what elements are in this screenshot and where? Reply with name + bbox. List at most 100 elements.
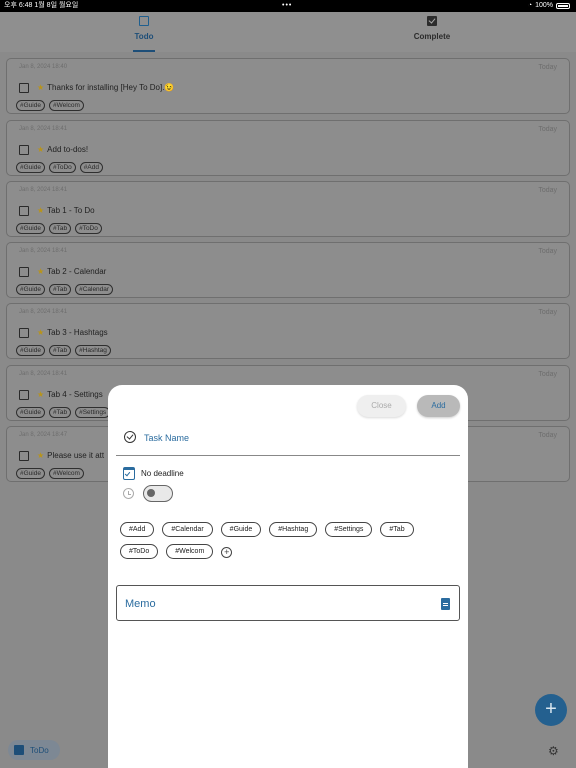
todo-tag[interactable]: #Guide [16,284,45,295]
status-time-date: 오후 6:48 1월 8일 월요일 [4,0,78,12]
checkbox-outline-icon [139,16,149,26]
hashtag-chip[interactable]: #Tab [380,522,414,537]
status-right: ◔ 100% [528,0,570,12]
todo-checkbox[interactable] [19,206,29,216]
add-task-sheet: Close Add No deadline #Add #Calendar #Gu… [108,385,468,768]
star-icon: ★ [37,390,45,399]
todo-title: ★ Add to-dos! [37,145,88,154]
todo-tags: #Guide #Welcom [16,468,84,479]
todo-tag[interactable]: #Guide [16,223,45,234]
status-date: 1월 8일 월요일 [34,2,79,9]
todo-today-label: Today [538,187,557,194]
multitask-dots[interactable]: ••• [282,0,292,12]
todo-tag[interactable]: #Tab [48,407,72,418]
todo-title-text: Add to-dos! [47,145,89,154]
todo-card[interactable]: Jan 8, 2024 18:41 Today ★ Add to-dos! #Gu… [6,120,570,176]
todo-date: Jan 8, 2024 18:41 [19,187,68,193]
todo-tag[interactable]: #ToDo [48,162,76,173]
hashtag-chip[interactable]: #Welcom [166,544,214,559]
hashtag-chip[interactable]: #Add [120,522,155,537]
status-time: 오후 6:48 [4,2,33,9]
star-icon: ★ [37,206,45,215]
star-icon: ★ [37,267,45,276]
status-bar: 오후 6:48 1월 8일 월요일 ••• ◔ 100% [0,0,576,12]
todo-date: Jan 8, 2024 18:41 [19,309,68,315]
todo-tag[interactable]: #Settings [75,407,111,418]
todo-today-label: Today [538,248,557,255]
todo-date: Jan 8, 2024 18:41 [19,126,68,132]
todo-tags: #Guide #Tab #Settings [16,407,111,418]
todo-today-label: Today [538,126,557,133]
hashtag-chip[interactable]: #ToDo [120,544,159,559]
todo-title: ★ Tab 2 - Calendar [37,267,106,276]
deadline-label[interactable]: No deadline [141,469,184,478]
todo-checkbox[interactable] [19,451,29,461]
calendar-check-icon[interactable] [123,467,135,480]
hashtag-chip[interactable]: #Settings [325,522,373,537]
hashtag-chip[interactable]: #Hashtag [269,522,318,537]
todo-tags: #Guide #Tab #Calendar [16,284,114,295]
alarm-icon [123,488,134,499]
todo-tag[interactable]: #Guide [16,345,45,356]
todo-card[interactable]: Jan 8, 2024 18:40 Today ★ Thanks for inst… [6,58,570,114]
add-hashtag-icon[interactable]: + [221,547,233,558]
battery-icon [556,3,570,9]
todo-tag[interactable]: #Hashtag [75,345,111,356]
hashtag-chip[interactable]: #Guide [220,522,262,537]
todo-tag[interactable]: #Guide [16,100,45,111]
todo-tag[interactable]: #Welcom [48,100,84,111]
tab-complete[interactable]: Complete [352,16,512,41]
add-button[interactable]: Add [417,395,460,417]
todo-tag[interactable]: #Tab [48,345,72,356]
star-icon: ★ [37,451,45,460]
todo-title-text: Tab 4 - Settings [47,390,103,399]
todo-card[interactable]: Jan 8, 2024 18:41 Today ★ Tab 1 - To Do #… [6,181,570,237]
battery-percent: 100% [535,2,553,9]
todo-checkbox[interactable] [19,328,29,338]
todo-tag[interactable]: #Guide [16,407,45,418]
document-icon [441,598,450,610]
todo-tag[interactable]: #Tab [48,284,72,295]
toggle-knob [147,489,155,497]
todo-title-text: Please use it att [47,451,105,460]
todo-checkbox[interactable] [19,267,29,277]
task-name-input[interactable] [144,431,444,445]
close-button[interactable]: Close [357,395,406,417]
tab-complete-label: Complete [413,32,451,41]
todo-title-text: Thanks for installing [Hey To Do].😉 [47,83,175,92]
todo-tag[interactable]: #ToDo [75,223,102,234]
todo-today-label: Today [538,309,557,316]
todo-checkbox[interactable] [19,145,29,155]
star-icon: ★ [37,328,45,337]
hashtag-chip[interactable]: #Calendar [162,522,213,537]
memo-field[interactable]: Memo [116,585,460,621]
gear-icon[interactable]: ⚙ [548,744,559,758]
checkbox-checked-icon [427,16,437,26]
todo-card[interactable]: Jan 8, 2024 18:41 Today ★ Tab 3 - Hashtag… [6,303,570,359]
todo-date: Jan 8, 2024 18:40 [19,64,68,70]
todo-card[interactable]: Jan 8, 2024 18:41 Today ★ Tab 2 - Calenda… [6,242,570,298]
checkbox-checked-icon [14,745,24,755]
todo-title-text: Tab 3 - Hashtags [47,328,108,337]
todo-date: Jan 8, 2024 18:41 [19,371,68,377]
star-icon: ★ [37,83,45,92]
todo-tag[interactable]: #Guide [16,468,45,479]
todo-checkbox[interactable] [19,83,29,93]
todo-checkbox[interactable] [19,390,29,400]
todo-tag[interactable]: #Welcom [48,468,84,479]
todo-filter-chip[interactable]: ToDo [8,740,60,760]
todo-date: Jan 8, 2024 18:47 [19,432,68,438]
todo-today-label: Today [538,64,557,71]
todo-title-text: Tab 1 - To Do [47,206,95,215]
todo-tag[interactable]: #Calendar [75,284,114,295]
tab-todo[interactable]: Todo [64,16,224,41]
add-todo-fab-button[interactable]: + [535,694,567,726]
alarm-toggle[interactable] [143,485,173,502]
todo-tags: #Guide #Welcom [16,100,84,111]
todo-tag[interactable]: #Add [79,162,103,173]
todo-tag[interactable]: #Guide [16,162,45,173]
todo-tags: #Guide #Tab #ToDo [16,223,102,234]
todo-tag[interactable]: #Tab [48,223,72,234]
tab-todo-label: Todo [134,32,154,41]
todo-title: ★ Thanks for installing [Hey To Do].😉 [37,83,174,92]
